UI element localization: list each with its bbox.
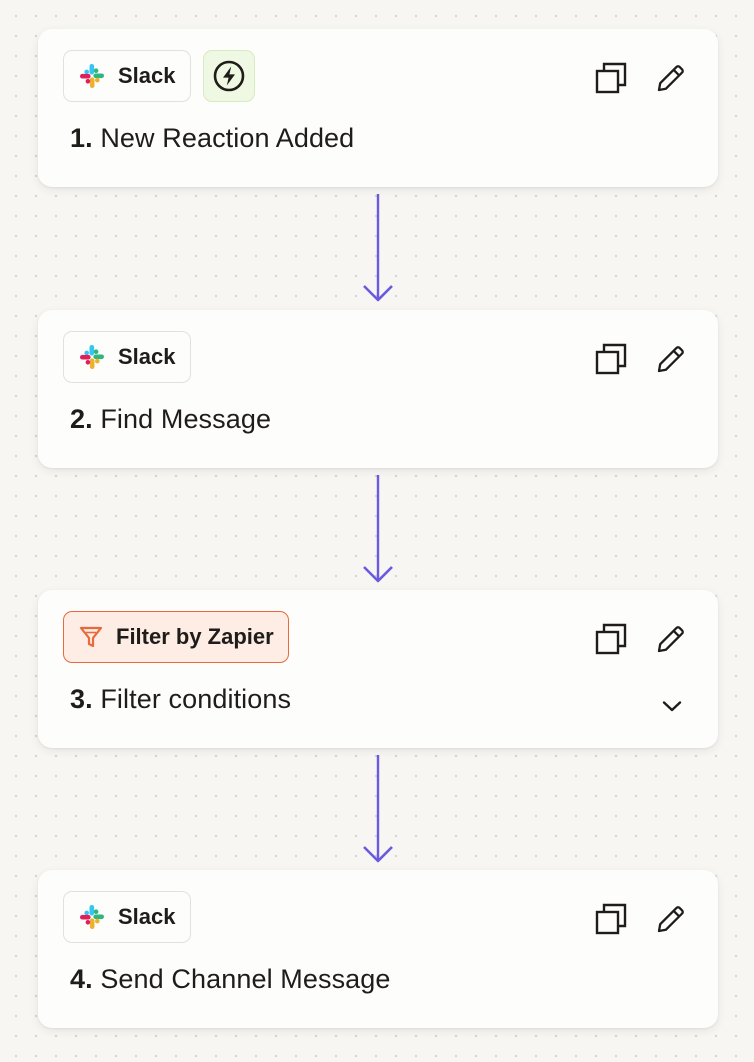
duplicate-icon: [594, 61, 628, 95]
duplicate-step-button[interactable]: [592, 900, 630, 938]
step-card-4[interactable]: Slack 4. Send Channel Message: [38, 870, 718, 1028]
app-name: Slack: [118, 344, 176, 369]
step-number: 4.: [70, 964, 93, 994]
step-badges: Slack: [63, 50, 255, 102]
pencil-edit-icon: [655, 903, 687, 935]
step-card-1[interactable]: Slack 1. New Reaction Added: [38, 29, 718, 187]
app-badge-slack[interactable]: Slack: [63, 50, 191, 102]
step-title: 2. Find Message: [70, 404, 271, 435]
duplicate-icon: [594, 342, 628, 376]
step-title: 4. Send Channel Message: [70, 964, 391, 995]
step-label: Find Message: [100, 404, 272, 434]
slack-logo-icon: [78, 62, 106, 90]
duplicate-icon: [594, 902, 628, 936]
duplicate-icon: [594, 622, 628, 656]
edit-step-button[interactable]: [652, 59, 690, 97]
chevron-down-icon: [660, 694, 684, 718]
step-number: 1.: [70, 123, 93, 153]
pencil-edit-icon: [655, 623, 687, 655]
step-title: 1. New Reaction Added: [70, 123, 354, 154]
filter-funnel-icon: [78, 624, 104, 650]
step-card-2[interactable]: Slack 2. Find Message: [38, 310, 718, 468]
connector-arrow-1-2: [363, 194, 393, 302]
slack-logo-icon: [78, 343, 106, 371]
step-number: 2.: [70, 404, 93, 434]
edit-step-button[interactable]: [652, 340, 690, 378]
edit-step-button[interactable]: [652, 620, 690, 658]
app-name: Slack: [118, 63, 176, 88]
trigger-badge[interactable]: [202, 50, 255, 102]
connector-arrow-3-4: [363, 755, 393, 863]
expand-conditions-button[interactable]: [656, 690, 688, 722]
slack-logo-icon: [78, 903, 106, 931]
step-badges: Slack: [63, 331, 191, 383]
lightning-bolt-icon: [212, 59, 246, 93]
duplicate-step-button[interactable]: [592, 620, 630, 658]
step-label: Filter conditions: [100, 684, 292, 714]
step-card-3[interactable]: Filter by Zapier 3. Filter conditions: [38, 590, 718, 748]
edit-step-button[interactable]: [652, 900, 690, 938]
step-label: Send Channel Message: [100, 964, 391, 994]
app-badge-slack[interactable]: Slack: [63, 891, 191, 943]
step-badges: Slack: [63, 891, 191, 943]
step-title: 3. Filter conditions: [70, 684, 291, 715]
pencil-edit-icon: [655, 343, 687, 375]
app-name: Slack: [118, 904, 176, 929]
duplicate-step-button[interactable]: [592, 59, 630, 97]
app-badge-slack[interactable]: Slack: [63, 331, 191, 383]
connector-arrow-2-3: [363, 475, 393, 583]
step-number: 3.: [70, 684, 93, 714]
step-badges: Filter by Zapier: [63, 611, 289, 663]
step-label: New Reaction Added: [100, 123, 355, 153]
pencil-edit-icon: [655, 62, 687, 94]
app-name: Filter by Zapier: [116, 624, 274, 649]
duplicate-step-button[interactable]: [592, 340, 630, 378]
app-badge-filter[interactable]: Filter by Zapier: [63, 611, 289, 663]
